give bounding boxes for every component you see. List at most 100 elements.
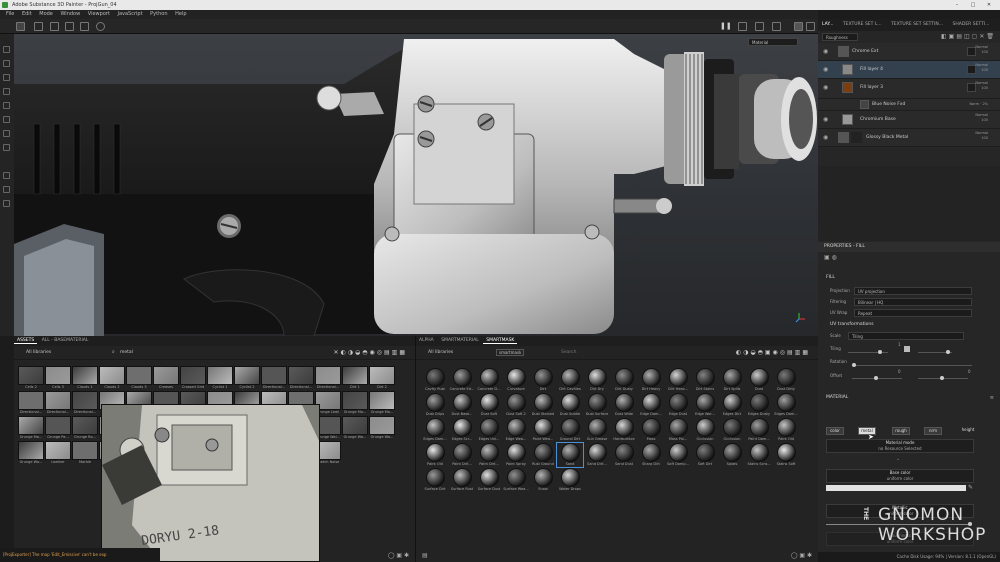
asset-item[interactable]: Clouds 1 — [72, 366, 98, 390]
smartmask-item[interactable]: Paint Dirt... — [449, 443, 475, 467]
viewport-channel-select[interactable]: Material — [748, 38, 798, 46]
smartmask-item[interactable]: Dust Drips — [422, 393, 448, 417]
smartmask-item[interactable]: Snow — [530, 468, 556, 492]
symmetry-icon[interactable] — [80, 22, 89, 31]
projection-icon[interactable] — [3, 74, 10, 81]
asset-item[interactable]: Cells 2 — [18, 366, 44, 390]
asset-item[interactable]: Cyclist 2 — [234, 366, 260, 390]
channel-color-button[interactable]: color — [826, 427, 844, 435]
smartmask-item[interactable]: Dust Soft — [476, 393, 502, 417]
asset-item[interactable]: Creases — [153, 366, 179, 390]
offset-y-slider[interactable] — [918, 376, 968, 380]
smartmask-item[interactable]: Stains Soft — [773, 443, 799, 467]
menu-javascript[interactable]: JavaScript — [118, 10, 143, 19]
asset-item[interactable]: Directional... — [315, 366, 341, 390]
smartmask-item[interactable]: Dust Stained — [530, 393, 556, 417]
maximize-icon[interactable]: □ — [966, 0, 980, 10]
filter-icons[interactable]: ◐◑◒◓▣◉◎▤▥▦ — [736, 349, 810, 356]
uv-transformations-title[interactable]: UV transformations — [830, 322, 874, 327]
smartmask-item[interactable]: Dirt Cavities — [557, 368, 583, 392]
smartmask-item[interactable]: Moss Pai... — [665, 418, 691, 442]
smartmask-item[interactable]: Paint Old — [422, 443, 448, 467]
smartmask-item[interactable]: Dirt Heavy — [638, 368, 664, 392]
smartmask-item[interactable]: Dirt Dusty — [611, 368, 637, 392]
asset-item[interactable]: Directional... — [18, 391, 44, 415]
smartmask-item[interactable]: Dirt — [530, 368, 556, 392]
smartmask-item[interactable]: Dirt Dry — [584, 368, 610, 392]
color-picker-icon[interactable]: ✎ — [968, 484, 973, 491]
visibility-eye-icon[interactable]: ◉ — [823, 66, 828, 73]
material-menu-icon[interactable]: ≡ — [990, 395, 994, 401]
asset-item[interactable]: Crossed Grid — [180, 366, 206, 390]
channel-height-button[interactable]: height — [958, 427, 978, 435]
layout-grid-icon[interactable] — [34, 22, 43, 31]
smartmask-item[interactable]: Dust Surface — [584, 393, 610, 417]
smartmask-item[interactable]: Surface Dust — [476, 468, 502, 492]
smartmask-item[interactable]: Ground Dirt — [557, 418, 583, 442]
menu-window[interactable]: Window — [60, 10, 80, 19]
display-icon[interactable] — [772, 22, 781, 31]
smartmask-item[interactable]: Dirt Heav... — [665, 368, 691, 392]
smartmask-item[interactable]: Paint Dirt... — [476, 443, 502, 467]
projection-select[interactable]: UV projection — [854, 287, 972, 295]
tiling-slider[interactable] — [848, 350, 888, 354]
asset-item[interactable]: Grunge Ma... — [342, 391, 368, 415]
layout-1-icon[interactable] — [16, 22, 25, 31]
asset-item[interactable]: Leather — [45, 441, 71, 465]
bake-icon[interactable] — [3, 172, 10, 179]
layer-actions-icons[interactable]: ◧▣▤◫▢✕🗑 — [941, 33, 996, 40]
smart-footer-icons[interactable]: ▤ — [422, 552, 428, 560]
layer-row[interactable]: ◉ Fill layer 3 Normal 100 — [818, 79, 1000, 99]
rotation-slider[interactable] — [852, 363, 972, 367]
smartmask-item[interactable]: Concrete Ed... — [449, 368, 475, 392]
minimize-icon[interactable]: – — [950, 0, 964, 10]
asset-item[interactable]: Grunge Wa... — [342, 416, 368, 440]
menu-python[interactable]: Python — [150, 10, 167, 19]
smartmask-item[interactable]: Soft Damp... — [665, 443, 691, 467]
channel-select[interactable]: Roughness — [822, 33, 858, 41]
visibility-eye-icon[interactable]: ◉ — [823, 48, 828, 55]
smartmask-item[interactable]: Splats — [719, 443, 745, 467]
filter-tag[interactable]: smartmask — [496, 349, 525, 356]
smartmask-item[interactable]: Cavity Rust — [422, 368, 448, 392]
close-icon[interactable]: ✕ — [982, 0, 996, 10]
asset-item[interactable]: Grunge Pa... — [45, 416, 71, 440]
smart-footer-icons-right[interactable]: ◯ ▣ ✱ — [791, 552, 812, 560]
channel-rough-button[interactable]: rough — [892, 427, 910, 435]
pause-icon[interactable]: ❚❚ — [720, 22, 732, 31]
asset-item[interactable]: Directional... — [45, 391, 71, 415]
layer-row-selected[interactable]: ◉ Fill layer 4 Normal 100 — [818, 61, 1000, 79]
layer-row[interactable]: ◉ Chrome Ext Normal 100 — [818, 43, 1000, 61]
asset-item[interactable]: Grunge Ro... — [72, 416, 98, 440]
menu-viewport[interactable]: Viewport — [88, 10, 110, 19]
effect-row[interactable]: Blue Noise Fxd Norm · 2% — [818, 99, 1000, 111]
smartmask-item[interactable]: Surface Wea... — [503, 468, 529, 492]
smartmask-item[interactable]: Edges Dusty — [746, 393, 772, 417]
smartmask-item[interactable]: Dust — [746, 368, 772, 392]
menu-file[interactable]: File — [6, 10, 14, 19]
base-color-box[interactable]: Base color uniform color — [826, 469, 974, 483]
smartmask-item[interactable]: Dust Dirty — [773, 368, 799, 392]
smartmask-item[interactable]: Dust Subtle — [557, 393, 583, 417]
smartmask-item[interactable]: Edge Wor... — [692, 393, 718, 417]
screenshot-icon[interactable] — [755, 22, 764, 31]
menu-mode[interactable]: Mode — [39, 10, 53, 19]
smartmask-item[interactable]: Dirt Stains — [692, 368, 718, 392]
tab-smartmask[interactable]: SMARTMASK — [483, 338, 518, 344]
lock-icon[interactable] — [904, 346, 910, 352]
smartmask-item[interactable]: Stains Scra... — [746, 443, 772, 467]
layer-row[interactable]: ◉ Chromium Base Normal 100 — [818, 111, 1000, 129]
smudge-icon[interactable] — [3, 102, 10, 109]
material-mode-box[interactable]: Material mode no Resource Selected — [826, 439, 974, 453]
clone-icon[interactable] — [3, 116, 10, 123]
smartmask-item[interactable]: Soft Dirt — [692, 443, 718, 467]
smartmask-item[interactable]: Occlusion — [692, 418, 718, 442]
asset-item[interactable]: Cells 3 — [45, 366, 71, 390]
asset-item[interactable]: Clouds 2 — [99, 366, 125, 390]
smartmask-item[interactable]: Gun Grease — [584, 418, 610, 442]
transform-icon[interactable] — [50, 22, 59, 31]
smartmask-item[interactable]: Surface Rust — [449, 468, 475, 492]
visibility-eye-icon[interactable]: ◉ — [823, 134, 828, 141]
tab-shader-settings[interactable]: SHADER SETTI... — [949, 19, 994, 31]
smartmask-item[interactable]: Paint Wea... — [530, 418, 556, 442]
